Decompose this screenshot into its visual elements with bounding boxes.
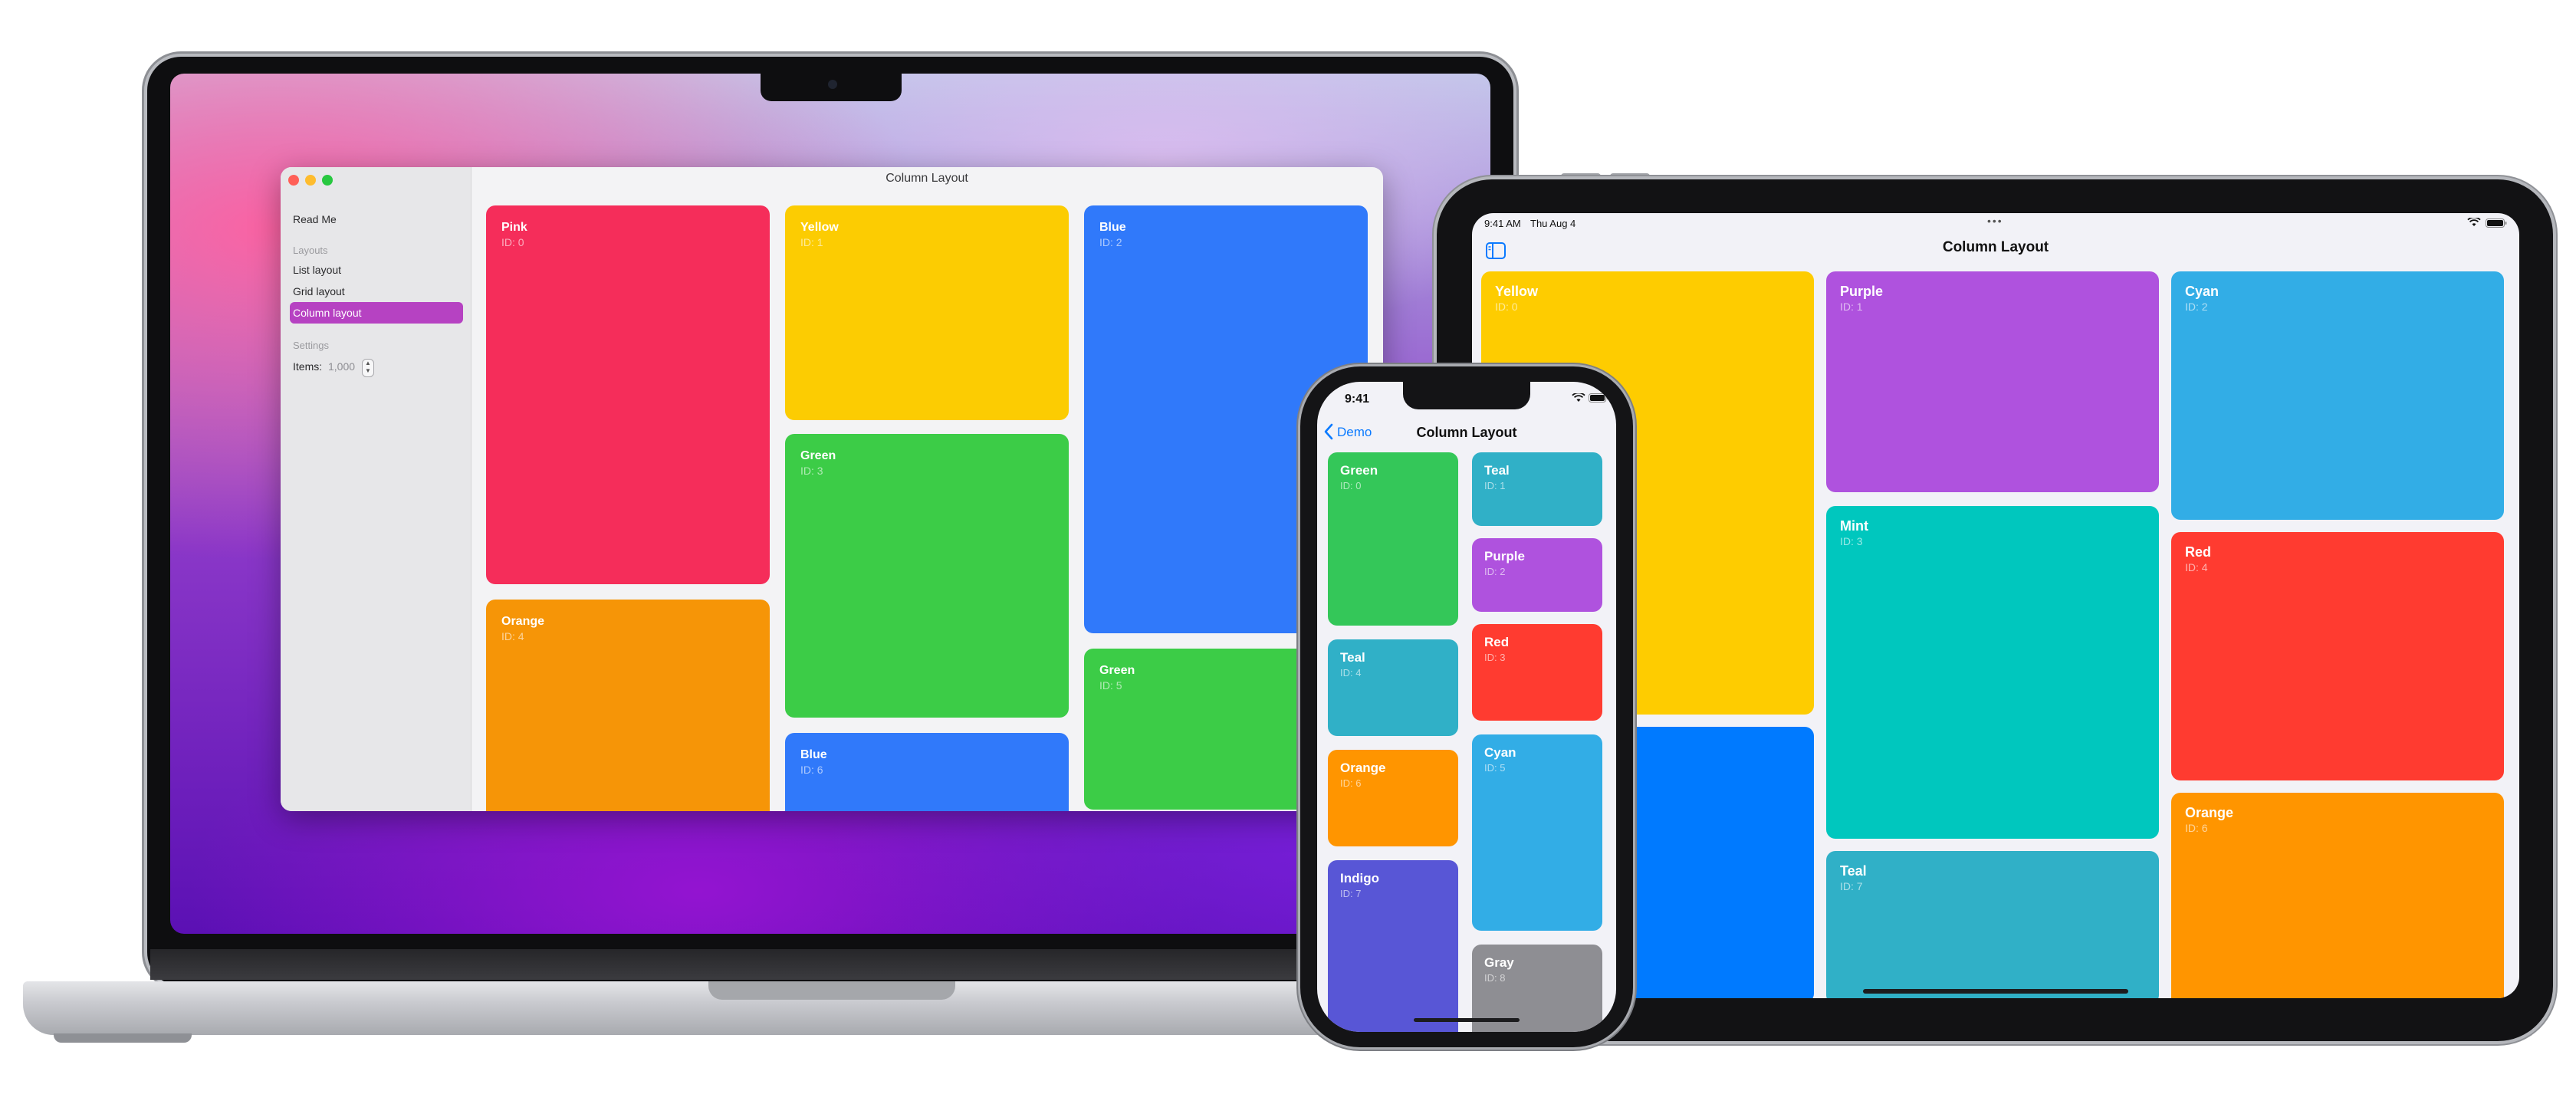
tile-id: ID: 1 — [1840, 301, 1863, 313]
mac-window-title: Column Layout — [886, 172, 968, 185]
tile-id: ID: 3 — [1840, 535, 1863, 547]
column-tile[interactable]: Red ID: 3 — [1472, 624, 1602, 721]
tile-id: ID: 2 — [1099, 236, 1122, 248]
tile-name: Orange — [501, 615, 545, 628]
tile-name: Mint — [1840, 518, 1868, 534]
tile-id: ID: 1 — [1484, 480, 1506, 491]
minimize-window-button[interactable] — [305, 175, 316, 186]
macbook-trackpad-groove — [708, 981, 955, 1000]
column-tile[interactable]: Blue ID: 6 — [785, 733, 1069, 811]
column-tile[interactable]: Cyan ID: 2 — [2171, 271, 2504, 520]
column-tile[interactable]: Cyan ID: 5 — [1472, 734, 1602, 931]
tile-id: ID: 6 — [2185, 822, 2208, 834]
column-tile[interactable]: Green ID: 3 — [785, 434, 1069, 718]
column-tile[interactable]: Purple ID: 2 — [1472, 538, 1602, 612]
tile-id: ID: 7 — [1840, 880, 1863, 892]
ipad-status-time: 9:41 AM — [1484, 218, 1521, 229]
tile-name: Orange — [2185, 805, 2234, 820]
sidebar-item-grid-layout[interactable]: Grid layout — [293, 282, 345, 301]
column-tile[interactable]: Teal ID: 4 — [1328, 639, 1458, 736]
macbook-foot — [54, 1033, 192, 1043]
tile-name: Gray — [1484, 955, 1514, 970]
tile-name: Red — [1484, 635, 1510, 649]
tile-name: Orange — [1340, 761, 1386, 775]
tile-id: ID: 2 — [2185, 301, 2208, 313]
ipad-home-indicator — [1863, 989, 2128, 994]
sidebar-item-read-me[interactable]: Read Me — [293, 210, 337, 228]
tile-name: Green — [1340, 463, 1378, 478]
tile-id: ID: 6 — [1340, 777, 1362, 789]
tile-id: ID: 8 — [1484, 972, 1506, 984]
tile-name: Red — [2185, 544, 2212, 560]
tile-id: ID: 5 — [1484, 762, 1506, 774]
tile-id: ID: 2 — [1484, 566, 1506, 577]
tile-name: Teal — [1840, 863, 1867, 879]
tile-id: ID: 4 — [501, 630, 524, 642]
ipad-volume-button — [1610, 173, 1650, 179]
ipad-volume-button — [1561, 173, 1601, 179]
tile-name: Purple — [1484, 549, 1525, 564]
tile-name: Pink — [501, 221, 527, 234]
ipad-nav-title: Column Layout — [1942, 239, 2049, 255]
tile-id: ID: 5 — [1099, 679, 1122, 692]
tile-id: ID: 3 — [800, 465, 823, 477]
column-tile[interactable]: Indigo ID: 7 — [1328, 860, 1458, 1032]
iphone-status-time: 9:41 — [1345, 393, 1370, 406]
tile-name: Indigo — [1340, 871, 1379, 886]
sidebar-section-settings: Settings — [293, 340, 329, 351]
mac-window: Read Me Layouts List layout Grid layout … — [281, 167, 1383, 811]
column-tile[interactable]: Orange ID: 6 — [2171, 793, 2504, 998]
items-stepper[interactable]: ▲ ▼ — [362, 359, 374, 377]
battery-icon — [2486, 218, 2507, 232]
tile-id: ID: 3 — [1484, 652, 1506, 663]
wifi-icon — [2467, 216, 2481, 229]
tile-name: Cyan — [2185, 284, 2220, 299]
column-tile[interactable]: Teal ID: 1 — [1472, 452, 1602, 526]
sidebar-section-layouts: Layouts — [293, 245, 328, 256]
mac-sidebar: Read Me Layouts List layout Grid layout … — [281, 167, 472, 811]
tile-name: Blue — [1099, 221, 1126, 234]
tile-name: Purple — [1840, 284, 1884, 299]
column-tile[interactable]: Green ID: 0 — [1328, 452, 1458, 626]
tile-id: ID: 0 — [501, 236, 524, 248]
tile-name: Yellow — [800, 221, 839, 234]
tile-name: Green — [1099, 664, 1135, 677]
sidebar-item-column-layout[interactable]: Column layout — [293, 304, 362, 322]
camera-icon — [828, 80, 837, 89]
multitasking-dots-icon[interactable]: ••• — [1987, 215, 2003, 227]
tile-id: ID: 4 — [2185, 561, 2208, 573]
column-tile[interactable]: Pink ID: 0 — [486, 205, 770, 584]
column-tile[interactable]: Yellow ID: 1 — [785, 205, 1069, 420]
close-window-button[interactable] — [288, 175, 299, 186]
column-tile[interactable]: Orange ID: 4 — [486, 600, 770, 811]
tile-id: ID: 1 — [800, 236, 823, 248]
battery-icon — [1589, 393, 1608, 406]
zoom-window-button[interactable] — [322, 175, 333, 186]
tile-id: ID: 4 — [1340, 667, 1362, 678]
tile-name: Green — [800, 449, 836, 462]
ipad-status-date: Thu Aug 4 — [1530, 218, 1576, 229]
tile-name: Teal — [1484, 463, 1510, 478]
tile-id: ID: 0 — [1340, 480, 1362, 491]
tile-id: ID: 7 — [1340, 888, 1362, 899]
items-count-field[interactable]: 1,000 — [328, 357, 355, 376]
wifi-icon — [1572, 392, 1585, 406]
column-tile[interactable]: Purple ID: 1 — [1826, 271, 2159, 492]
tile-name: Blue — [800, 748, 827, 761]
iphone-nav-title: Column Layout — [1416, 425, 1517, 440]
column-tile[interactable]: Orange ID: 6 — [1328, 750, 1458, 846]
tile-name: Teal — [1340, 650, 1365, 665]
column-tile[interactable]: Mint ID: 3 — [1826, 506, 2159, 839]
tile-id: ID: 0 — [1495, 301, 1518, 313]
tile-name: Cyan — [1484, 745, 1516, 760]
sidebar-item-list-layout[interactable]: List layout — [293, 261, 341, 279]
tile-id: ID: 6 — [800, 764, 823, 776]
column-tile[interactable]: Red ID: 4 — [2171, 532, 2504, 780]
tile-name: Yellow — [1495, 284, 1539, 299]
iphone-home-indicator — [1414, 1018, 1520, 1022]
iphone-screen: 9:41 Demo Column Layout Green ID: 0 Teal… — [1317, 382, 1616, 1032]
iphone-notch — [1403, 382, 1530, 409]
column-tile[interactable]: Teal ID: 7 — [1826, 851, 2159, 998]
items-label: Items: — [293, 360, 323, 373]
